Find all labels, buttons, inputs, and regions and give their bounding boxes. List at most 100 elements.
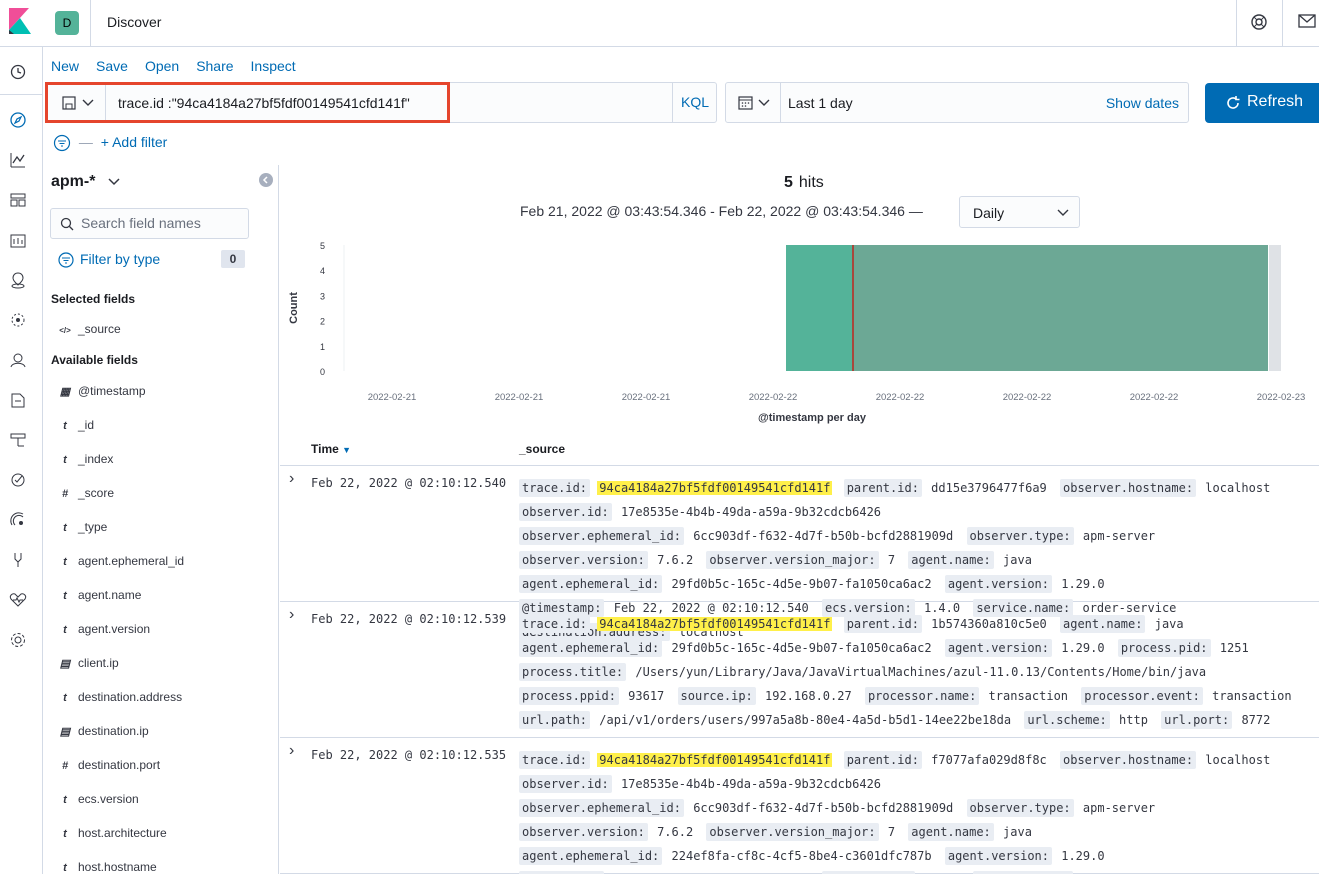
- dashboard-icon[interactable]: [9, 191, 27, 209]
- dev-tools-icon[interactable]: [9, 551, 27, 569]
- infrastructure-icon[interactable]: [9, 431, 27, 449]
- search-field-names[interactable]: [50, 208, 249, 239]
- field-item[interactable]: </> _source: [58, 322, 121, 342]
- kibana-logo-icon[interactable]: [0, 0, 42, 42]
- add-filter-button[interactable]: + Add filter: [101, 134, 168, 150]
- field-type-icon: t: [63, 828, 67, 840]
- source-field-value: java: [1003, 553, 1032, 567]
- inspect-link[interactable]: Inspect: [251, 58, 296, 74]
- search-icon: [60, 217, 74, 231]
- source-field-key: trace.id:: [519, 615, 591, 633]
- search-input[interactable]: [81, 215, 241, 231]
- field-name: _id: [78, 418, 95, 432]
- recently-viewed-icon[interactable]: [9, 63, 27, 81]
- y-tick-label: 2: [320, 317, 325, 327]
- histogram-chart: 0 1 2 3 4 5 2022-02-21 2022-02-21 2022-02-21 2022…: [282, 232, 1319, 432]
- source-field-value: localhost: [1205, 481, 1271, 495]
- field-type-icon: ▤: [59, 726, 71, 738]
- date-range-value[interactable]: Last 1 day: [788, 95, 853, 111]
- space-avatar[interactable]: D: [55, 11, 79, 35]
- interval-select[interactable]: Daily: [959, 196, 1080, 228]
- field-type-icon: t: [63, 590, 67, 602]
- row-timestamp: Feb 22, 2022 @ 02:10:12.539: [311, 612, 507, 626]
- source-field: source.ip: 192.168.0.27: [677, 687, 854, 705]
- discover-compass-icon[interactable]: [9, 111, 27, 129]
- source-field: observer.ephemeral_id: 6cc903df-f632-4d7…: [519, 799, 955, 817]
- expand-row-chevron-icon[interactable]: ›: [289, 470, 294, 488]
- source-field-key: parent.id:: [843, 751, 922, 769]
- kql-toggle[interactable]: KQL: [672, 83, 717, 122]
- field-type-icon: ▤: [59, 658, 71, 670]
- siem-icon[interactable]: [9, 351, 27, 369]
- field-item[interactable]: ▤ client.ip: [58, 656, 119, 676]
- chevron-down-icon: [758, 99, 770, 106]
- share-link[interactable]: Share: [196, 58, 233, 74]
- collapse-sidebar-button[interactable]: [259, 173, 273, 187]
- filter-options-icon[interactable]: [53, 134, 71, 152]
- help-icon[interactable]: [1250, 13, 1268, 34]
- source-field-value: 7: [887, 553, 896, 567]
- query-highlight-annotation: [45, 82, 450, 123]
- field-type-icon: t: [63, 862, 67, 874]
- source-field: agent.version: 1.29.0: [944, 575, 1107, 593]
- show-dates-link[interactable]: Show dates: [1106, 95, 1179, 111]
- refresh-icon: [1227, 96, 1240, 109]
- filter-icon: [58, 252, 74, 268]
- field-item[interactable]: # destination.port: [58, 758, 160, 778]
- save-link[interactable]: Save: [96, 58, 128, 74]
- source-field-value: java: [1003, 825, 1032, 839]
- field-item[interactable]: t host.hostname: [58, 860, 157, 874]
- apm-icon[interactable]: [9, 511, 27, 529]
- source-field-key: agent.name:: [1060, 615, 1146, 633]
- histogram-bar-highlight: [786, 245, 852, 371]
- machine-learning-icon[interactable]: [9, 311, 27, 329]
- quick-menu-button[interactable]: [726, 83, 781, 122]
- field-item[interactable]: t agent.version: [58, 622, 150, 642]
- table-row: › Feb 22, 2022 @ 02:10:12.540 trace.id: 94…: [280, 466, 1319, 641]
- source-field-value: transaction: [1212, 689, 1292, 703]
- source-field-value: 8772: [1241, 713, 1271, 727]
- chevron-down-icon: [1057, 209, 1069, 216]
- source-field: observer.type: apm-server: [966, 799, 1158, 817]
- source-field: agent.ephemeral_id: 29fd0b5c-165c-4d5e-9…: [519, 575, 934, 593]
- expand-row-chevron-icon[interactable]: ›: [289, 742, 294, 760]
- time-column-header[interactable]: Time ▼: [311, 442, 351, 456]
- field-item[interactable]: t agent.name: [58, 588, 141, 608]
- uptime-icon[interactable]: [9, 471, 27, 489]
- field-item[interactable]: ▤ destination.ip: [58, 724, 149, 744]
- visualize-icon[interactable]: [9, 151, 27, 169]
- field-item[interactable]: t _id: [58, 418, 94, 438]
- field-item[interactable]: t host.architecture: [58, 826, 167, 846]
- source-field: agent.name: java: [908, 551, 1034, 569]
- source-field-value: 1.29.0: [1061, 577, 1105, 591]
- logs-icon[interactable]: [9, 391, 27, 409]
- source-field: trace.id: 94ca4184a27bf5fdf00149541cfd14…: [519, 751, 833, 769]
- field-item[interactable]: t agent.ephemeral_id: [58, 554, 184, 574]
- field-name: _source: [78, 322, 121, 336]
- new-link[interactable]: New: [51, 58, 79, 74]
- source-field: processor.event: transaction: [1081, 687, 1293, 705]
- field-name: destination.port: [78, 758, 161, 772]
- maps-icon[interactable]: [9, 271, 27, 289]
- field-item[interactable]: # _score: [58, 486, 114, 506]
- canvas-icon[interactable]: [9, 231, 27, 249]
- refresh-button[interactable]: Refresh: [1205, 83, 1319, 123]
- management-gear-icon[interactable]: [9, 631, 27, 649]
- field-type-icon: t: [63, 420, 67, 432]
- expand-row-chevron-icon[interactable]: ›: [289, 606, 294, 624]
- field-item[interactable]: ▦ @timestamp: [58, 384, 146, 404]
- source-field: url.port: 8772: [1161, 711, 1272, 729]
- monitoring-icon[interactable]: [9, 591, 27, 609]
- source-field-value: 29fd0b5c-165c-4d5e-9b07-fa1050ca6ac2: [671, 641, 932, 655]
- source-field: observer.type: apm-server: [966, 527, 1158, 545]
- field-item[interactable]: t destination.address: [58, 690, 182, 710]
- field-type-icon: #: [61, 488, 69, 500]
- field-item[interactable]: t _index: [58, 452, 113, 472]
- open-link[interactable]: Open: [145, 58, 179, 74]
- field-item[interactable]: t ecs.version: [58, 792, 139, 812]
- filter-by-type-button[interactable]: Filter by type: [58, 251, 160, 268]
- source-field-value: 17e8535e-4b4b-49da-a59a-9b32cdcb6426: [620, 505, 882, 519]
- field-item[interactable]: t _type: [58, 520, 107, 540]
- mail-icon[interactable]: [1298, 14, 1316, 31]
- index-pattern-selector[interactable]: apm-*: [51, 173, 120, 191]
